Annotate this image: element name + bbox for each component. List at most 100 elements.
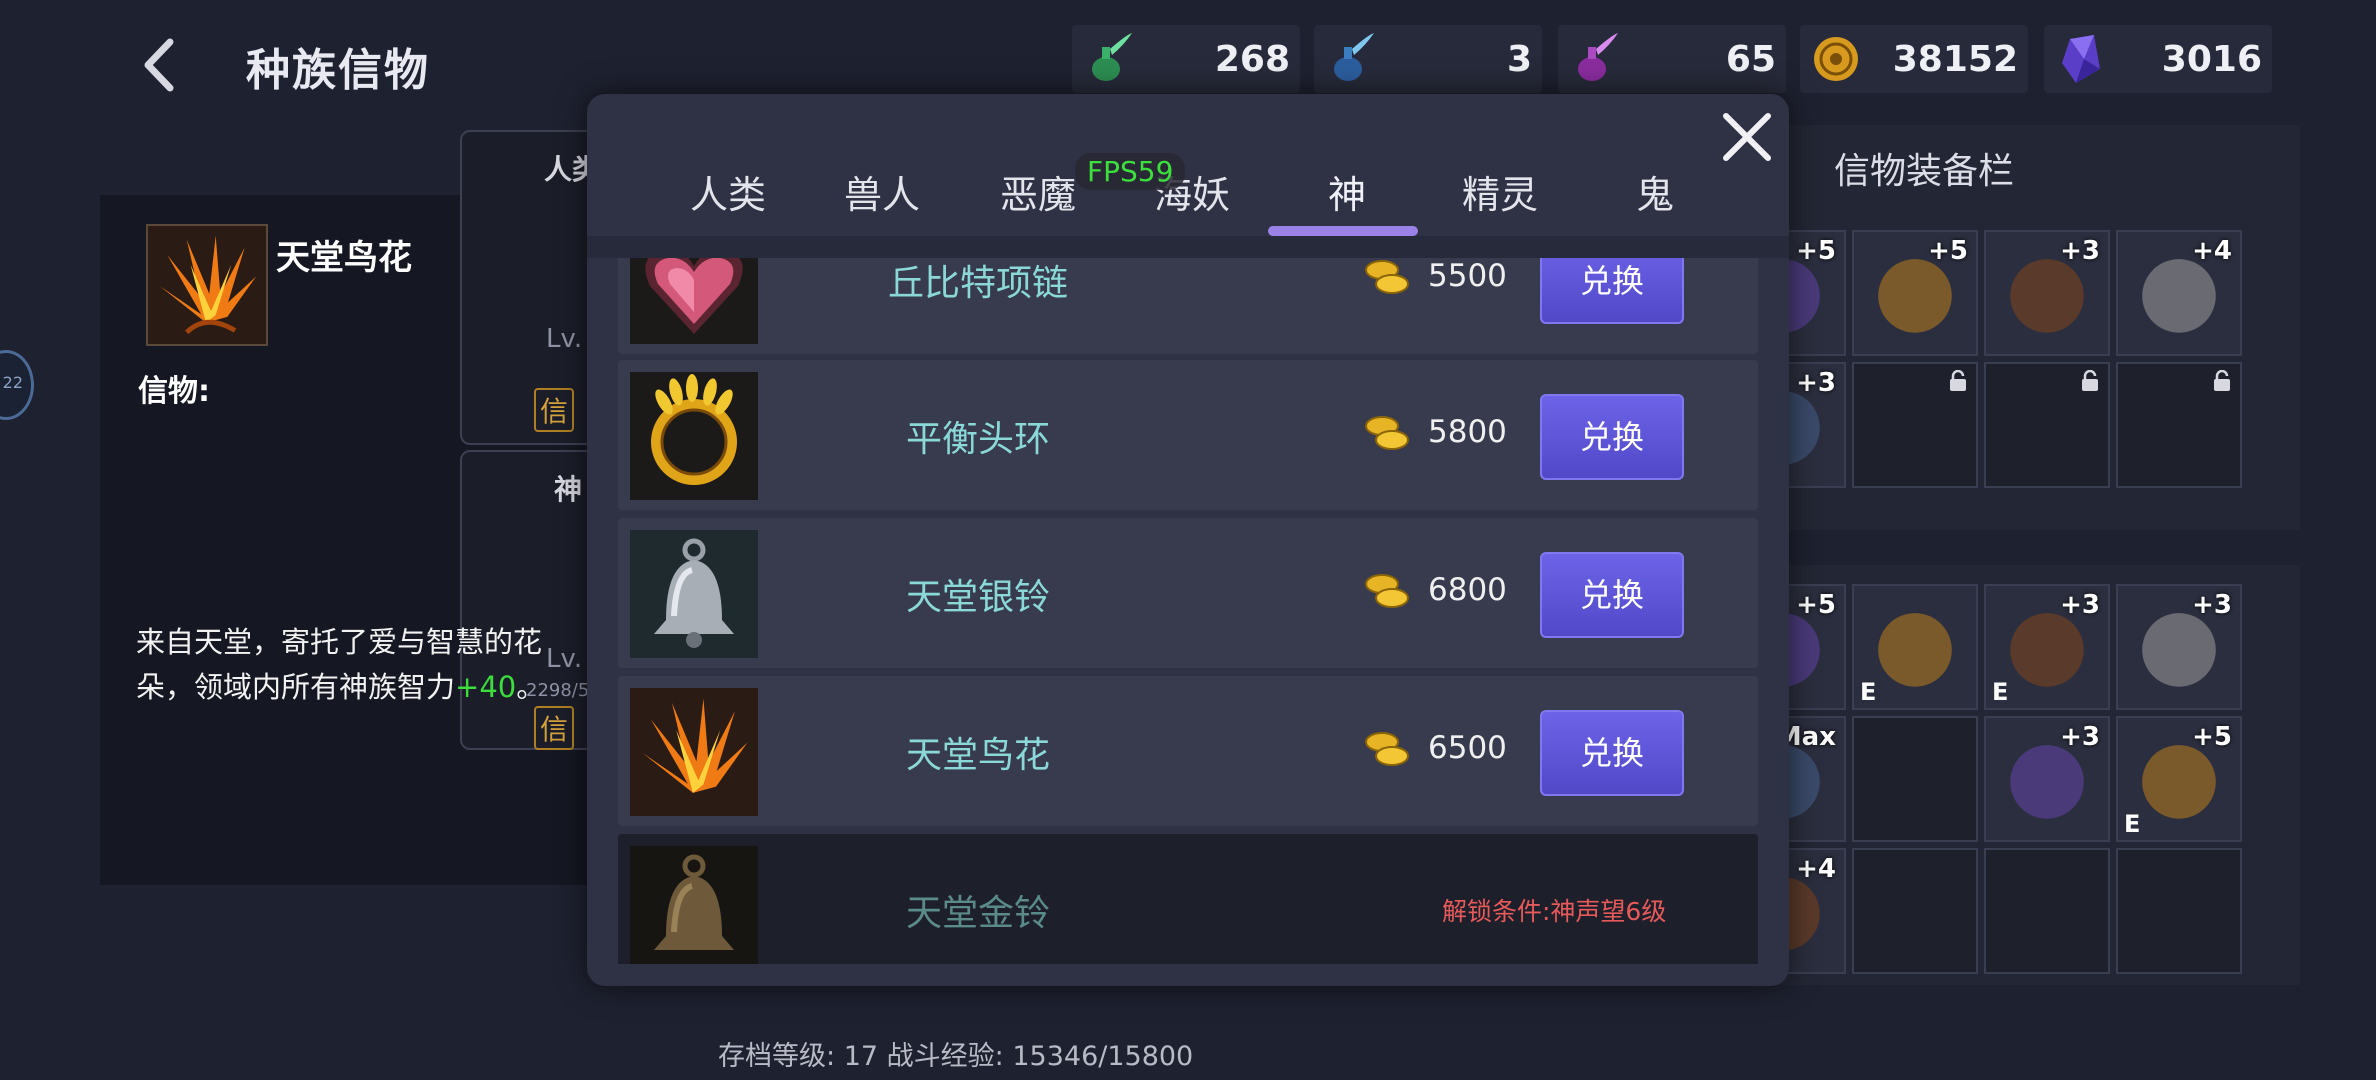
page-title: 种族信物 bbox=[246, 45, 430, 96]
list-item: 丘比特项链 5500 兑换 bbox=[618, 258, 1758, 354]
battle-exp-value: 15346/15800 bbox=[1012, 1041, 1194, 1072]
list-item-locked: 天堂金铃 解锁条件:神声望6级 bbox=[618, 834, 1758, 964]
item-name: 丘比特项链 bbox=[887, 263, 1068, 304]
tab-elf[interactable]: 精灵 bbox=[1462, 164, 1538, 219]
resource-purple-gem: 3016 bbox=[2044, 25, 2272, 93]
fps-counter: FPS59 bbox=[1075, 153, 1186, 190]
detail-description: 来自天堂，寄托了爱与智慧的花朵，领域内所有神族智力+40。 bbox=[136, 620, 546, 710]
gold-coins-icon bbox=[1365, 732, 1409, 766]
tab-god[interactable]: 神 bbox=[1328, 164, 1366, 219]
tab-human[interactable]: 人类 bbox=[690, 164, 766, 219]
exchange-button[interactable]: 兑换 bbox=[1540, 394, 1684, 480]
equipment-slot[interactable]: +4 bbox=[2116, 230, 2242, 356]
enhance-level: +5 bbox=[1928, 236, 1968, 266]
exchange-button[interactable]: 兑换 bbox=[1540, 258, 1684, 324]
exchange-button[interactable]: 兑换 bbox=[1540, 552, 1684, 638]
battle-exp-label: 战斗经验: bbox=[886, 1041, 1004, 1072]
resource-value: 65 bbox=[1725, 38, 1776, 80]
gold-coins-icon bbox=[1365, 260, 1409, 294]
item-name: 天堂鸟花 bbox=[905, 735, 1050, 776]
golden-bell-icon bbox=[630, 846, 758, 964]
race-card-title: 神 bbox=[554, 473, 583, 506]
bag-slot[interactable]: E bbox=[1852, 584, 1978, 710]
green-potion-icon bbox=[1092, 33, 1132, 81]
enhance-level: +4 bbox=[1796, 854, 1836, 884]
silver-bell-icon bbox=[630, 530, 758, 658]
purple-potion-icon bbox=[1578, 33, 1618, 81]
bag-slot[interactable]: +3 bbox=[1984, 716, 2110, 842]
equipped-tag: E bbox=[1992, 678, 2009, 706]
close-icon bbox=[1723, 113, 1771, 161]
enhance-level: +4 bbox=[2192, 236, 2232, 266]
item-name: 平衡头环 bbox=[905, 419, 1050, 460]
gold-coins-icon bbox=[1365, 574, 1409, 608]
item-name: 天堂金铃 bbox=[905, 893, 1050, 934]
resource-purple-potion: 65 bbox=[1558, 25, 1786, 93]
equipped-tag: E bbox=[2124, 810, 2141, 838]
save-level-label: 存档等级: bbox=[718, 1041, 836, 1072]
lock-icon bbox=[1950, 370, 1966, 391]
bag-slot[interactable]: +3 bbox=[2116, 584, 2242, 710]
race-card-badge: 信 bbox=[534, 388, 575, 432]
item-list[interactable]: 丘比特项链 5500 兑换 平衡头环 5800 兑换 天堂银铃 6800 兑换 … bbox=[618, 258, 1758, 964]
bird-of-paradise-flower-icon bbox=[146, 224, 268, 346]
bag-slot[interactable]: +5 E bbox=[2116, 716, 2242, 842]
enhance-level: +5 bbox=[1796, 590, 1836, 620]
bag-slot[interactable] bbox=[1852, 716, 1978, 842]
tab-ghost[interactable]: 鬼 bbox=[1636, 164, 1674, 219]
gold-coin-icon bbox=[1814, 37, 1858, 81]
footer-status: 存档等级: 17 战斗经验: 15346/15800 bbox=[718, 1034, 1193, 1073]
resource-value: 3 bbox=[1506, 38, 1532, 80]
active-tab-indicator bbox=[1268, 226, 1418, 236]
bag-slot[interactable] bbox=[2116, 848, 2242, 974]
resource-value: 38152 bbox=[1892, 38, 2018, 80]
race-card-badge: 信 bbox=[534, 706, 575, 750]
enhance-level: +3 bbox=[2060, 236, 2100, 266]
enhance-level: +3 bbox=[1796, 368, 1836, 398]
enhance-level: +5 bbox=[1796, 236, 1836, 266]
description-end: 。 bbox=[516, 670, 546, 704]
equipment-slot[interactable] bbox=[1852, 362, 1978, 488]
equipment-slot[interactable] bbox=[2116, 362, 2242, 488]
close-button[interactable] bbox=[1716, 106, 1778, 168]
tab-orc[interactable]: 兽人 bbox=[844, 164, 920, 219]
detail-item-name: 天堂鸟花 bbox=[276, 238, 412, 278]
back-button[interactable] bbox=[128, 30, 198, 100]
list-item: 天堂银铃 6800 兑换 bbox=[618, 518, 1758, 668]
bag-slot[interactable]: +3 E bbox=[1984, 584, 2110, 710]
gold-coins-icon bbox=[1365, 416, 1409, 450]
heart-necklace-icon bbox=[630, 258, 758, 344]
detail-label: 信物: bbox=[138, 374, 210, 409]
item-price: 6500 bbox=[1428, 730, 1507, 766]
item-price: 5500 bbox=[1428, 258, 1507, 294]
blue-potion-icon bbox=[1334, 33, 1374, 81]
laurel-circlet-icon bbox=[630, 372, 758, 500]
resource-blue-potion: 3 bbox=[1314, 25, 1542, 93]
equipped-tag: E bbox=[1860, 678, 1877, 706]
save-level-value: 17 bbox=[843, 1041, 879, 1072]
item-name: 天堂银铃 bbox=[905, 577, 1050, 618]
equipment-slot[interactable]: +3 bbox=[1984, 230, 2110, 356]
item-price: 6800 bbox=[1428, 572, 1507, 608]
equipment-slot[interactable] bbox=[1984, 362, 2110, 488]
race-card-level: Lv. bbox=[546, 644, 583, 674]
lock-icon bbox=[2214, 370, 2230, 391]
resource-green-potion: 268 bbox=[1072, 25, 1300, 93]
equipment-title: 信物装备栏 bbox=[1834, 151, 2015, 192]
bag-slot[interactable] bbox=[1984, 848, 2110, 974]
tab-demon[interactable]: 恶魔 bbox=[1000, 164, 1076, 219]
enhance-level: +3 bbox=[2060, 722, 2100, 752]
enhance-level: +3 bbox=[2192, 590, 2232, 620]
race-tab-bar: 人类 兽人 恶魔 海妖 神 精灵 鬼 bbox=[640, 150, 1760, 240]
enhance-level: +3 bbox=[2060, 590, 2100, 620]
purple-gem-icon bbox=[2062, 35, 2100, 83]
bag-slot[interactable] bbox=[1852, 848, 1978, 974]
unlock-condition: 解锁条件:神声望6级 bbox=[1442, 897, 1667, 926]
item-price: 5800 bbox=[1428, 414, 1507, 450]
equipment-slot[interactable]: +5 bbox=[1852, 230, 1978, 356]
bonus-value: +40 bbox=[455, 670, 517, 704]
side-drawer-tab[interactable]: 22 bbox=[0, 350, 34, 420]
exchange-button[interactable]: 兑换 bbox=[1540, 710, 1684, 796]
resource-value: 268 bbox=[1214, 38, 1290, 80]
list-item: 平衡头环 5800 兑换 bbox=[618, 360, 1758, 510]
